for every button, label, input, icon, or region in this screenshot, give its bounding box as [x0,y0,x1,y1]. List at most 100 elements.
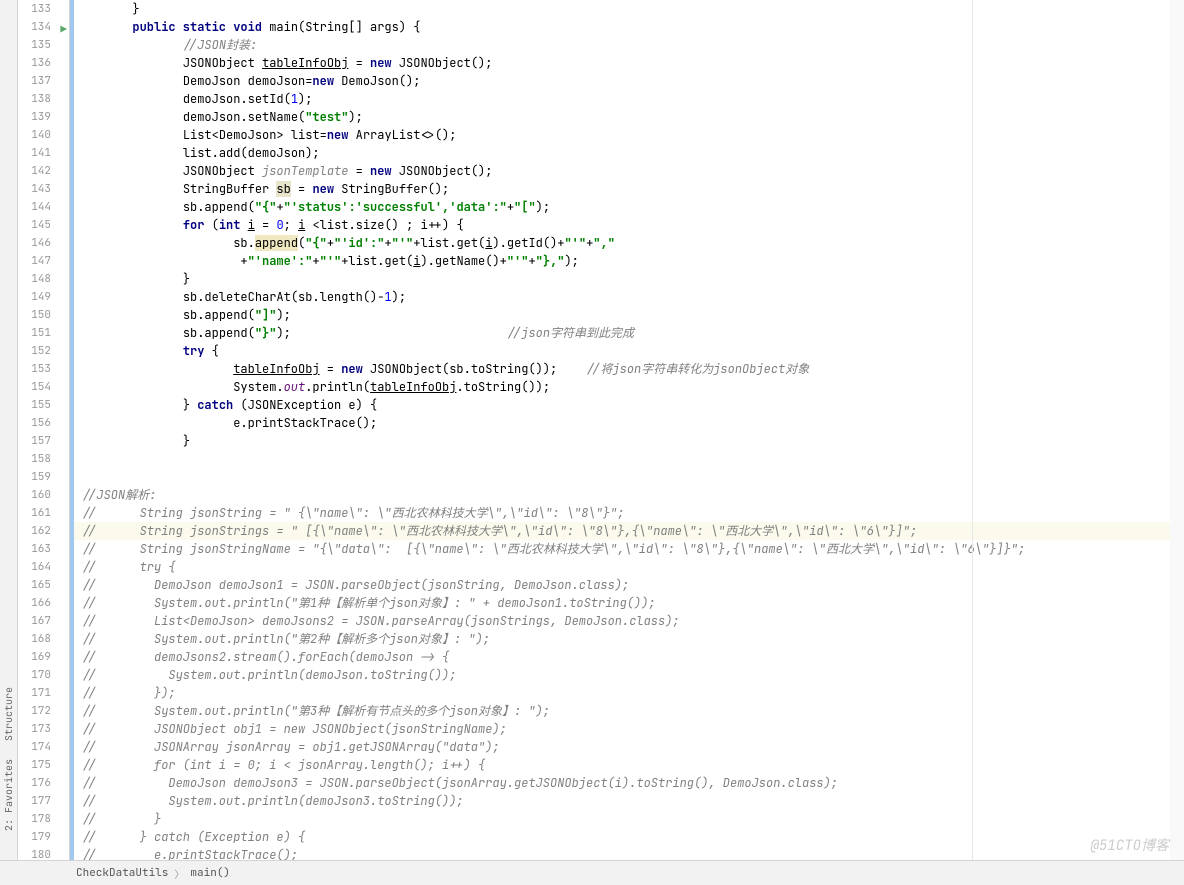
line-number[interactable]: 150 [18,306,69,324]
code-line[interactable] [74,468,1184,486]
code-line[interactable]: DemoJson demoJson=new DemoJson(); [74,72,1184,90]
line-number[interactable]: 158 [18,450,69,468]
code-line[interactable]: // String jsonString = " {\"name\": \"西北… [74,504,1184,522]
line-number[interactable]: 139 [18,108,69,126]
line-number[interactable]: 154 [18,378,69,396]
line-number[interactable]: 134▶ [18,18,69,36]
line-number[interactable]: 170 [18,666,69,684]
code-line[interactable]: } [74,0,1184,18]
code-line[interactable]: // DemoJson demoJson1 = JSON.parseObject… [74,576,1184,594]
code-line[interactable]: try { [74,342,1184,360]
code-line[interactable]: // JSONArray jsonArray = obj1.getJSONArr… [74,738,1184,756]
breadcrumb-class[interactable]: CheckDataUtils [70,866,174,880]
breadcrumb-method[interactable]: main() [184,866,236,880]
code-line[interactable]: } [74,432,1184,450]
code-line[interactable]: sb.append("{"+"'status':'successful','da… [74,198,1184,216]
code-line[interactable]: } catch (JSONException e) { [74,396,1184,414]
code-line[interactable]: list.add(demoJson); [74,144,1184,162]
gutter[interactable]: 133134▶135136137138139140141142143144145… [18,0,70,860]
code-line[interactable]: sb.append("}"); //json字符串到此完成 [74,324,1184,342]
code-line[interactable]: tableInfoObj = new JSONObject(sb.toStrin… [74,360,1184,378]
code-line[interactable]: System.out.println(tableInfoObj.toString… [74,378,1184,396]
line-number[interactable]: 172 [18,702,69,720]
code-line[interactable]: for (int i = 0; i <list.size() ; i++) { [74,216,1184,234]
code-line[interactable]: List<DemoJson> list=new ArrayList<>(); [74,126,1184,144]
line-number[interactable]: 146 [18,234,69,252]
line-number[interactable]: 177 [18,792,69,810]
code-line[interactable]: sb.append("]"); [74,306,1184,324]
code-line[interactable] [74,450,1184,468]
run-icon[interactable]: ▶ [55,21,67,33]
code-line[interactable]: // String jsonStringName = "{\"data\": [… [74,540,1184,558]
structure-tab[interactable]: Structure [0,678,18,750]
code-line[interactable]: // String jsonStrings = " [{\"name\": \"… [74,522,1184,540]
code-line[interactable]: // System.out.println("第1种【解析单个json对象】: … [74,594,1184,612]
line-number[interactable]: 166 [18,594,69,612]
line-number[interactable]: 159 [18,468,69,486]
line-number[interactable]: 176 [18,774,69,792]
line-number[interactable]: 140 [18,126,69,144]
line-number[interactable]: 167 [18,612,69,630]
line-number[interactable]: 144 [18,198,69,216]
vertical-scrollbar[interactable] [1170,0,1184,860]
line-number[interactable]: 143 [18,180,69,198]
line-number[interactable]: 138 [18,90,69,108]
code-line[interactable]: sb.deleteCharAt(sb.length()-1); [74,288,1184,306]
code-line[interactable]: // System.out.println("第2种【解析多个json对象】: … [74,630,1184,648]
line-number[interactable]: 145 [18,216,69,234]
line-number[interactable]: 161 [18,504,69,522]
code-line[interactable]: +"'name':"+"'"+list.get(i).getName()+"'"… [74,252,1184,270]
code-line[interactable]: JSONObject tableInfoObj = new JSONObject… [74,54,1184,72]
line-number[interactable]: 155 [18,396,69,414]
line-number[interactable]: 168 [18,630,69,648]
code-line[interactable]: // List<DemoJson> demoJsons2 = JSON.pars… [74,612,1184,630]
line-number[interactable]: 137 [18,72,69,90]
code-line[interactable]: // e.printStackTrace(); [74,846,1184,860]
line-number[interactable]: 173 [18,720,69,738]
code-line[interactable]: // } catch (Exception e) { [74,828,1184,846]
line-number[interactable]: 152 [18,342,69,360]
code-line[interactable]: public static void main(String[] args) { [74,18,1184,36]
line-number[interactable]: 160 [18,486,69,504]
code-line[interactable]: // DemoJson demoJson3 = JSON.parseObject… [74,774,1184,792]
line-number[interactable]: 157 [18,432,69,450]
line-number[interactable]: 174 [18,738,69,756]
line-number[interactable]: 162 [18,522,69,540]
code-line[interactable]: // try { [74,558,1184,576]
code-editor[interactable]: } public static void main(String[] args)… [70,0,1184,860]
code-line[interactable]: //JSON封装: [74,36,1184,54]
line-number[interactable]: 180 [18,846,69,860]
code-line[interactable]: // }); [74,684,1184,702]
code-line[interactable]: demoJson.setId(1); [74,90,1184,108]
line-number[interactable]: 175 [18,756,69,774]
line-number[interactable]: 163 [18,540,69,558]
code-line[interactable]: //JSON解析: [74,486,1184,504]
line-number[interactable]: 135 [18,36,69,54]
code-line[interactable]: JSONObject jsonTemplate = new JSONObject… [74,162,1184,180]
code-line[interactable]: // System.out.println(demoJson.toString(… [74,666,1184,684]
code-line[interactable]: // System.out.println("第3种【解析有节点头的多个json… [74,702,1184,720]
favorites-tab[interactable]: 2: Favorites [0,750,18,840]
line-number[interactable]: 147 [18,252,69,270]
line-number[interactable]: 164 [18,558,69,576]
code-line[interactable]: } [74,270,1184,288]
code-line[interactable]: e.printStackTrace(); [74,414,1184,432]
line-number[interactable]: 171 [18,684,69,702]
line-number[interactable]: 141 [18,144,69,162]
code-line[interactable]: StringBuffer sb = new StringBuffer(); [74,180,1184,198]
line-number[interactable]: 178 [18,810,69,828]
line-number[interactable]: 148 [18,270,69,288]
line-number[interactable]: 179 [18,828,69,846]
code-line[interactable]: // for (int i = 0; i < jsonArray.length(… [74,756,1184,774]
code-line[interactable]: demoJson.setName("test"); [74,108,1184,126]
line-number[interactable]: 149 [18,288,69,306]
line-number[interactable]: 169 [18,648,69,666]
line-number[interactable]: 136 [18,54,69,72]
code-line[interactable]: // } [74,810,1184,828]
line-number[interactable]: 165 [18,576,69,594]
line-number[interactable]: 156 [18,414,69,432]
code-line[interactable]: // demoJsons2.stream().forEach(demoJson … [74,648,1184,666]
line-number[interactable]: 133 [18,0,69,18]
line-number[interactable]: 142 [18,162,69,180]
code-line[interactable]: // JSONObject obj1 = new JSONObject(json… [74,720,1184,738]
